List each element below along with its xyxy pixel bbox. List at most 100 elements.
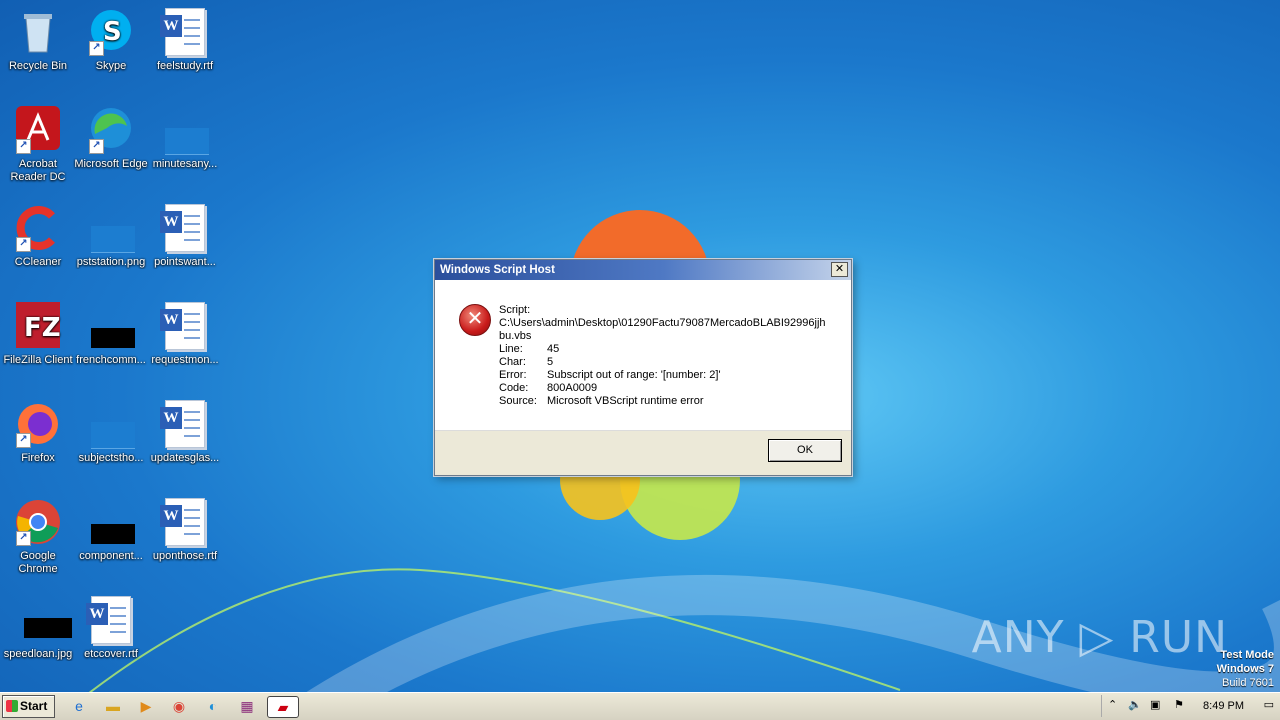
shortcut-arrow-icon: ↗ <box>16 531 31 546</box>
field-key: Code: <box>499 382 529 394</box>
clock[interactable]: 8:49 PM <box>1203 700 1244 712</box>
svg-text:S: S <box>103 17 122 47</box>
os-info: Test Mode Windows 7 Build 7601 <box>1217 648 1274 690</box>
desktop-icon-label: feelstudy.rtf <box>156 60 214 72</box>
image-file-icon <box>87 498 135 546</box>
ie-icon[interactable]: e <box>66 696 92 716</box>
desktop-icon-pststation[interactable]: pststation.png <box>73 204 149 269</box>
desktop-icon-label: speedloan.jpg <box>3 648 73 660</box>
build-label: Build 7601 <box>1222 677 1274 689</box>
shortcut-arrow-icon: ↗ <box>89 41 104 56</box>
volume-icon[interactable]: 🔈 <box>1128 698 1142 711</box>
system-tray: ⌃ 🔈 ▣ ⚑ 8:49 PM ▭ <box>1101 695 1280 717</box>
desktop-icon-label: FileZilla Client <box>3 354 73 366</box>
desktop-icon-component[interactable]: component... <box>73 498 149 563</box>
show-hidden-icons-icon[interactable]: ⌃ <box>1108 698 1117 711</box>
desktop-icon-subjectstho[interactable]: subjectstho... <box>73 400 149 465</box>
shortcut-arrow-icon: ↗ <box>16 139 31 154</box>
desktop-icon-updatesglas[interactable]: W updatesglas... <box>147 400 223 465</box>
acrobat-icon: ↗ <box>14 106 62 154</box>
field-value: 45 <box>547 343 560 355</box>
desktop-icon-filezilla[interactable]: FZ FileZilla Client <box>0 302 76 367</box>
desktop-icon-speedloan[interactable]: speedloan.jpg <box>0 596 76 661</box>
desktop-icon-label: Skype <box>95 60 127 72</box>
media-player-icon[interactable]: ▶ <box>133 696 159 716</box>
desktop-icon-label: Acrobat Reader DC <box>10 158 66 183</box>
dialog-title-bar[interactable]: Windows Script Host ✕ <box>435 260 851 280</box>
image-file-icon <box>87 302 135 350</box>
field-error: Error: Subscript out of range: '[number: … <box>499 369 829 382</box>
desktop-icon-label: subjectstho... <box>78 452 144 464</box>
field-value: Subscript out of range: '[number: 2]' <box>547 369 721 381</box>
anyrun-watermark: ANY ▷ RUN <box>971 612 1228 663</box>
close-button[interactable]: ✕ <box>831 262 848 277</box>
script-label: Script: <box>499 304 531 316</box>
word-document-icon: W <box>160 302 209 350</box>
desktop-icon-label: frenchcomm... <box>76 354 146 366</box>
skype-icon: S ↗ <box>87 8 135 56</box>
desktop-icon-recycle-bin[interactable]: Recycle Bin <box>0 8 76 73</box>
edge-icon[interactable]: ◐ <box>200 696 226 716</box>
explorer-icon[interactable]: ▬ <box>100 696 126 716</box>
show-desktop-icon[interactable]: ▭ <box>1264 698 1274 711</box>
field-code: Code: 800A0009 <box>499 382 829 395</box>
start-label: Start <box>20 699 48 713</box>
desktop-icon-label: Microsoft Edge <box>74 158 148 170</box>
word-document-icon: W <box>160 498 209 546</box>
field-key: Char: <box>499 356 526 368</box>
start-button[interactable]: Start <box>2 695 55 718</box>
filezilla-icon: FZ <box>14 302 62 350</box>
desktop-icon-label: Firefox <box>21 452 55 464</box>
desktop-icon-etccover[interactable]: W etccover.rtf <box>73 596 149 661</box>
desktop-icon-frenchcomm[interactable]: frenchcomm... <box>73 302 149 367</box>
network-icon[interactable]: ▣ <box>1150 698 1160 711</box>
error-message: Script: C:\Users\admin\Desktop\01290Fact… <box>499 304 829 408</box>
edge-icon: ↗ <box>87 106 135 154</box>
script-host-icon[interactable]: ▰ <box>267 696 299 718</box>
script-path-line-2: bu.vbs <box>499 330 532 342</box>
desktop-icon-uponthose[interactable]: W uponthose.rtf <box>147 498 223 563</box>
desktop-icon-label: pointswant... <box>154 256 216 268</box>
script-path-line-1: C:\Users\admin\Desktop\01290Factu79087Me… <box>499 317 826 329</box>
shortcut-arrow-icon: ↗ <box>16 237 31 252</box>
desktop-icon-feelstudy[interactable]: W feelstudy.rtf <box>147 8 223 73</box>
windows-script-host-dialog: Windows Script Host ✕ ✕ Script: C:\Users… <box>434 259 852 476</box>
error-icon: ✕ <box>459 304 491 336</box>
blank-file-icon <box>161 106 209 155</box>
field-line: Line: 45 <box>499 343 829 356</box>
ok-button[interactable]: OK <box>768 439 842 462</box>
action-center-flag-icon[interactable]: ⚑ <box>1174 698 1184 711</box>
desktop-icon-label: component... <box>79 550 143 562</box>
desktop-icon-minutesany[interactable]: minutesany... <box>147 106 223 171</box>
chrome-icon[interactable]: ◉ <box>166 696 192 716</box>
image-file-icon <box>87 204 135 253</box>
field-value: Microsoft VBScript runtime error <box>547 395 704 407</box>
desktop-icon-skype[interactable]: S ↗ Skype <box>73 8 149 73</box>
desktop-icon-requestmon[interactable]: W requestmon... <box>147 302 223 367</box>
desktop-icon-firefox[interactable]: ↗ Firefox <box>0 400 76 465</box>
word-document-icon: W <box>160 400 209 448</box>
windows-version-label: Windows 7 <box>1216 663 1274 675</box>
field-value: 5 <box>547 356 554 368</box>
field-key: Line: <box>499 343 523 355</box>
word-document-icon: W <box>160 204 209 252</box>
dialog-body: ✕ Script: C:\Users\admin\Desktop\01290Fa… <box>435 280 851 430</box>
desktop-icon-ccleaner[interactable]: ↗ CCleaner <box>0 204 76 269</box>
desktop-icon-pointswant[interactable]: W pointswant... <box>147 204 223 269</box>
desktop-icon-label: Recycle Bin <box>8 60 68 72</box>
image-file-icon <box>87 400 135 449</box>
svg-text:FZ: FZ <box>24 313 61 343</box>
desktop-icon-acrobat[interactable]: ↗ Acrobat Reader DC <box>0 106 76 184</box>
word-document-icon: W <box>160 8 209 56</box>
dialog-footer: OK <box>435 430 851 475</box>
field-key: Error: <box>499 369 527 381</box>
field-value: 800A0009 <box>547 382 598 394</box>
desktop-icon-label: minutesany... <box>152 158 218 170</box>
desktop-icon-label: pststation.png <box>76 256 146 268</box>
winrar-icon[interactable]: ▦ <box>234 696 260 716</box>
desktop-icon-edge[interactable]: ↗ Microsoft Edge <box>73 106 149 171</box>
desktop-icon-label: CCleaner <box>14 256 62 268</box>
desktop-icon-chrome[interactable]: ↗ Google Chrome <box>0 498 76 576</box>
chrome-icon: ↗ <box>14 498 62 546</box>
ccleaner-icon: ↗ <box>14 204 62 252</box>
